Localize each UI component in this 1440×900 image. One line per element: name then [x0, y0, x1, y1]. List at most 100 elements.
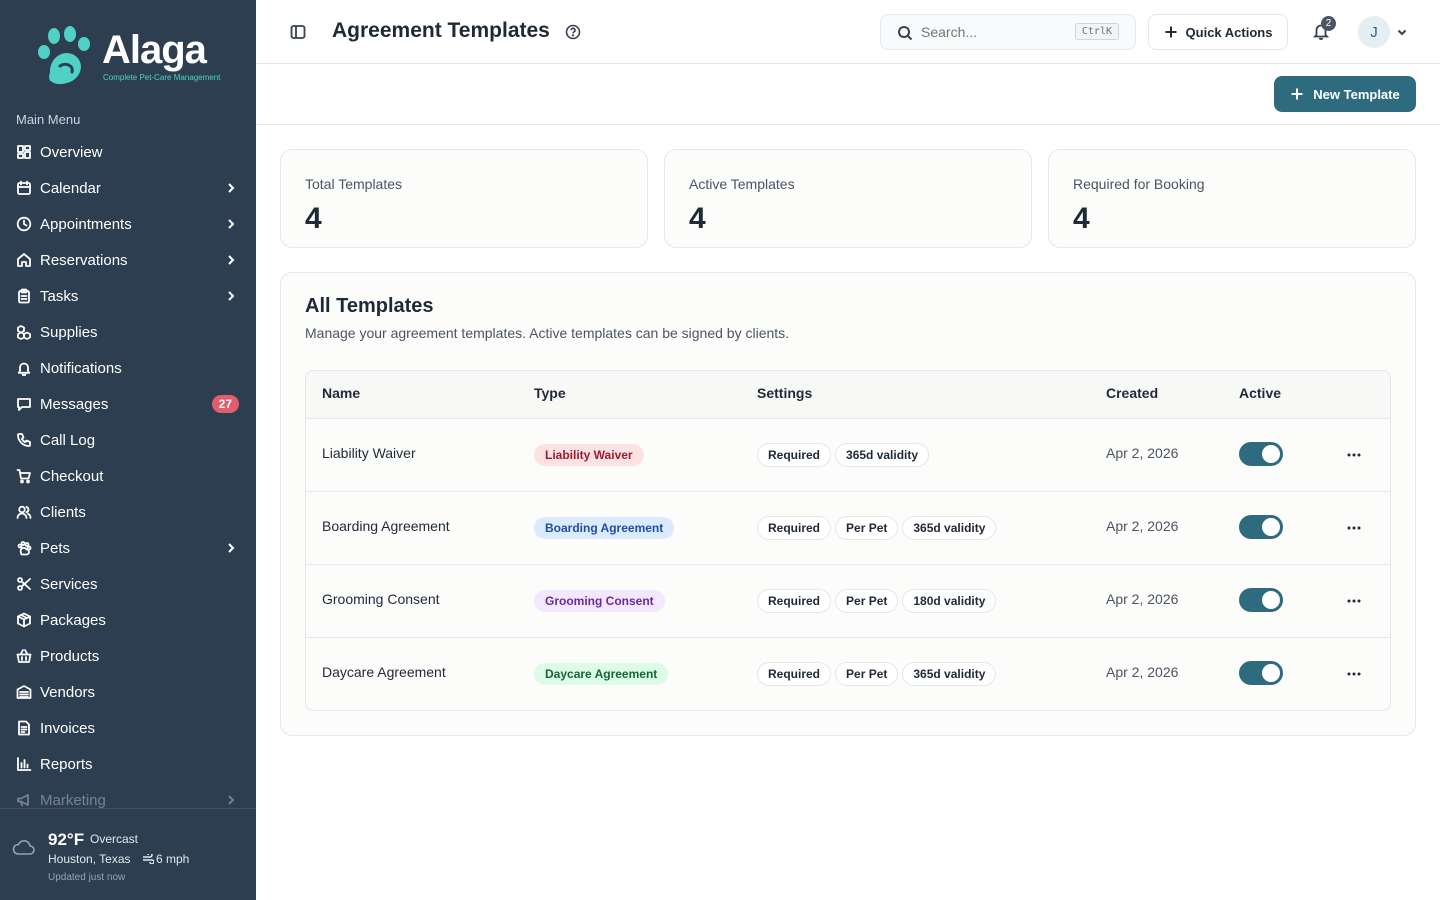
search-box[interactable]: CtrlK	[880, 14, 1136, 50]
chevron-right-icon	[224, 181, 238, 195]
sidebar-item-reports[interactable]: Reports	[0, 746, 256, 782]
user-avatar[interactable]: J	[1358, 16, 1390, 48]
setting-chip: Required	[757, 662, 832, 686]
sidebar-item-label: Call Log	[40, 431, 96, 449]
active-toggle[interactable]	[1239, 442, 1283, 466]
bell-icon	[16, 360, 32, 376]
stat-value: 4	[305, 202, 322, 235]
sidebar-item-checkout[interactable]: Checkout	[0, 458, 256, 494]
more-options-icon[interactable]	[1344, 593, 1364, 609]
created-date: Apr 2, 2026	[1106, 664, 1179, 680]
notification-count-badge: 2	[1321, 16, 1336, 31]
plus-icon	[1165, 26, 1177, 38]
sidebar-item-label: Calendar	[40, 179, 101, 197]
help-icon[interactable]	[565, 24, 581, 40]
created-date: Apr 2, 2026	[1106, 445, 1179, 461]
template-name: Liability Waiver	[322, 445, 416, 461]
template-name: Daycare Agreement	[322, 664, 446, 680]
setting-chip: 365d validity	[902, 662, 997, 686]
settings-chips: Required Per Pet 365d validity	[757, 516, 1000, 540]
new-template-button[interactable]: New Template	[1274, 76, 1416, 112]
more-options-icon[interactable]	[1344, 666, 1364, 682]
table-row[interactable]: Grooming Consent Grooming Consent Required…	[306, 565, 1390, 638]
warehouse-icon	[16, 684, 32, 700]
sidebar-item-label: Marketing	[40, 791, 106, 809]
more-options-icon[interactable]	[1344, 520, 1364, 536]
sidebar-item-overview[interactable]: Overview	[0, 134, 256, 170]
templates-table: Name Type Settings Created Active Liabil…	[305, 370, 1391, 711]
template-type-badge: Daycare Agreement	[534, 663, 669, 685]
main-menu: Overview Calendar Appointments Reservations…	[0, 134, 256, 818]
sidebar-item-reservations[interactable]: Reservations	[0, 242, 256, 278]
search-icon	[897, 25, 913, 41]
template-type-badge: Liability Waiver	[534, 444, 644, 466]
scissors-icon	[16, 576, 32, 592]
sidebar-item-notifications[interactable]: Notifications	[0, 350, 256, 386]
column-header-created[interactable]: Created	[1106, 385, 1158, 401]
sidebar: Alaga Complete Pet-Care Management Main …	[0, 0, 256, 900]
active-toggle[interactable]	[1239, 661, 1283, 685]
stat-card-active: Active Templates 4	[664, 149, 1032, 248]
sidebar-item-label: Pets	[40, 539, 71, 557]
page-toolbar: New Template	[256, 64, 1440, 125]
brand-logo[interactable]: Alaga Complete Pet-Care Management	[36, 24, 226, 88]
menu-section-title: Main Menu	[16, 112, 81, 127]
bar-chart-icon	[16, 756, 32, 772]
brand-tagline: Complete Pet-Care Management	[103, 73, 221, 82]
brand-name: Alaga	[102, 28, 207, 72]
sidebar-item-label: Invoices	[40, 719, 96, 737]
created-date: Apr 2, 2026	[1106, 518, 1179, 534]
column-header-type[interactable]: Type	[534, 385, 566, 401]
sidebar-item-services[interactable]: Services	[0, 566, 256, 602]
sidebar-item-messages[interactable]: Messages 27	[0, 386, 256, 422]
column-header-settings[interactable]: Settings	[757, 385, 812, 401]
setting-chip: 180d validity	[902, 589, 997, 613]
column-header-active[interactable]: Active	[1239, 385, 1281, 401]
paw-logo-icon	[38, 26, 90, 85]
sidebar-item-vendors[interactable]: Vendors	[0, 674, 256, 710]
clock-icon	[16, 216, 32, 232]
sidebar-item-calendar[interactable]: Calendar	[0, 170, 256, 206]
sidebar-item-tasks[interactable]: Tasks	[0, 278, 256, 314]
sidebar-item-pets[interactable]: Pets	[0, 530, 256, 566]
active-toggle[interactable]	[1239, 588, 1283, 612]
sidebar-toggle-icon[interactable]	[290, 24, 306, 40]
phone-icon	[16, 432, 32, 448]
created-date: Apr 2, 2026	[1106, 591, 1179, 607]
table-row[interactable]: Boarding Agreement Boarding Agreement Requ…	[306, 492, 1390, 565]
sidebar-item-label: Reservations	[40, 251, 128, 269]
main-content: Total Templates 4 Active Templates 4 Req…	[256, 125, 1440, 900]
boxes-icon	[16, 324, 32, 340]
setting-chip: Required	[757, 443, 832, 467]
template-type-badge: Grooming Consent	[534, 590, 665, 612]
chevron-down-icon[interactable]	[1396, 25, 1408, 37]
sidebar-item-label: Appointments	[40, 215, 132, 233]
column-header-name[interactable]: Name	[322, 385, 360, 401]
table-row[interactable]: Daycare Agreement Daycare Agreement Requir…	[306, 638, 1390, 710]
template-type-badge: Boarding Agreement	[534, 517, 675, 539]
sidebar-item-label: Checkout	[40, 467, 104, 485]
search-input[interactable]	[921, 24, 1071, 40]
stat-value: 4	[1073, 202, 1090, 235]
users-icon	[16, 504, 32, 520]
sidebar-item-products[interactable]: Products	[0, 638, 256, 674]
more-options-icon[interactable]	[1344, 447, 1364, 463]
sidebar-item-supplies[interactable]: Supplies	[0, 314, 256, 350]
stat-card-total: Total Templates 4	[280, 149, 648, 248]
sidebar-item-appointments[interactable]: Appointments	[0, 206, 256, 242]
sidebar-item-clients[interactable]: Clients	[0, 494, 256, 530]
weather-updated: Updated just now	[48, 872, 126, 883]
active-toggle[interactable]	[1239, 515, 1283, 539]
template-name: Grooming Consent	[322, 591, 440, 607]
weather-condition: Overcast	[90, 832, 139, 846]
plus-icon	[1291, 88, 1303, 100]
sidebar-item-packages[interactable]: Packages	[0, 602, 256, 638]
quick-actions-button[interactable]: Quick Actions	[1148, 14, 1288, 50]
sidebar-item-call-log[interactable]: Call Log	[0, 422, 256, 458]
sidebar-item-label: Packages	[40, 611, 106, 629]
sidebar-item-invoices[interactable]: Invoices	[0, 710, 256, 746]
table-header: Name Type Settings Created Active	[306, 371, 1390, 419]
weather-widget: 92°F Overcast Houston, Texas 6 mph Updat…	[0, 808, 256, 900]
message-icon	[16, 396, 32, 412]
table-row[interactable]: Liability Waiver Liability Waiver Required…	[306, 419, 1390, 492]
